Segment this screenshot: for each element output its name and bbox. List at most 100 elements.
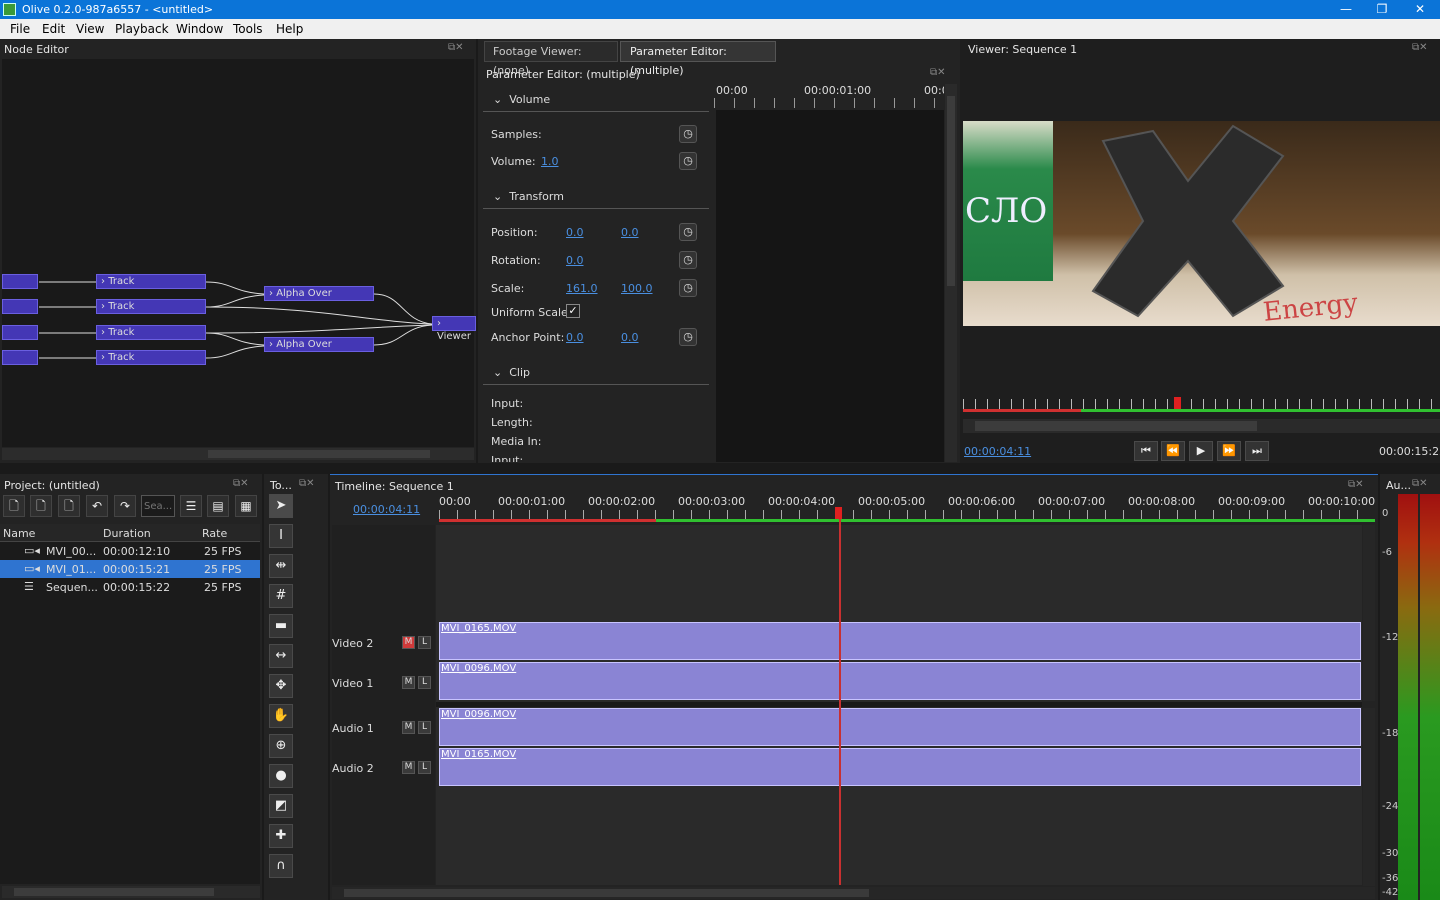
panel-float-close-icon[interactable]: ⧉✕ [448,42,464,53]
timeline-playhead[interactable] [839,519,841,885]
footage-node[interactable] [2,299,38,314]
timeline-playhead-handle[interactable] [835,507,842,519]
timeline-clip[interactable]: MVI_0165.MOV [439,622,1361,660]
menu-window[interactable]: Window [176,22,223,36]
column-duration[interactable]: Duration [103,527,151,540]
slide-tool-icon[interactable]: ✥ [269,674,293,698]
timeline-ruler[interactable]: 00:00 00:00:01:00 00:00:02:00 00:00:03:0… [439,492,1375,522]
rewind-icon[interactable]: ⏪ [1161,441,1185,461]
timeline-hscrollbar[interactable] [332,887,1375,899]
viewer-hscrollbar[interactable] [963,419,1440,433]
scale-y[interactable]: 100.0 [621,282,653,295]
zoom-tool-icon[interactable]: ⊕ [269,734,293,758]
keyframe-toggle-icon[interactable]: ◷ [679,328,697,346]
razor-tool-icon[interactable]: ▬ [269,614,293,638]
rolling-tool-icon[interactable]: # [269,584,293,608]
keyframe-toggle-icon[interactable]: ◷ [679,251,697,269]
tree-view-icon[interactable]: ☰ [180,495,202,517]
timeline-clip[interactable]: MVI_0096.MOV [439,662,1361,700]
ripple-tool-icon[interactable]: ⇹ [269,554,293,578]
lock-button[interactable]: L [418,761,431,774]
table-row[interactable]: ☰ Sequen... 00:00:15:22 25 FPS [0,578,260,596]
menu-view[interactable]: View [76,22,104,36]
undo-icon[interactable]: ↶ [86,495,108,517]
save-icon[interactable]: 🗋 [58,495,80,517]
footage-node[interactable] [2,274,38,289]
node-canvas[interactable]: › Track › Track › Track › Track › Alpha … [2,59,476,447]
video-frame[interactable]: СЛО Energy [963,121,1440,326]
panel-float-close-icon[interactable]: ⧉✕ [1412,478,1428,489]
panel-float-close-icon[interactable]: ⧉✕ [930,67,946,78]
viewer-ruler[interactable] [963,395,1440,413]
footage-node[interactable] [2,350,38,365]
position-x[interactable]: 0.0 [566,226,584,239]
rotation-value[interactable]: 0.0 [566,254,584,267]
snapping-icon[interactable]: ∩ [269,854,293,878]
panel-float-close-icon[interactable]: ⧉✕ [299,478,315,489]
alpha-over-node[interactable]: › Alpha Over [264,286,374,301]
keyframe-toggle-icon[interactable]: ◷ [679,125,697,143]
panel-float-close-icon[interactable]: ⧉✕ [1412,42,1428,53]
transition-tool-icon[interactable]: ◩ [269,794,293,818]
slip-tool-icon[interactable]: ↔ [269,644,293,668]
edit-tool-icon[interactable]: I [269,524,293,548]
volume-value[interactable]: 1.0 [541,155,559,168]
tab-parameter-editor[interactable]: Parameter Editor: (multiple) [620,41,776,77]
open-file-icon[interactable]: 🗋 [30,495,52,517]
keyframe-toggle-icon[interactable]: ◷ [679,152,697,170]
keyframe-area[interactable] [716,110,944,462]
maximize-button[interactable]: ❐ [1364,0,1400,19]
menu-playback[interactable]: Playback [115,22,169,36]
fast-forward-icon[interactable]: ⏩ [1217,441,1241,461]
hand-tool-icon[interactable]: ✋ [269,704,293,728]
tab-footage-viewer[interactable]: Footage Viewer: (none) [484,41,618,77]
minimize-button[interactable]: — [1328,0,1364,19]
viewer-current-time[interactable]: 00:00:04:11 [964,445,1031,458]
track-node[interactable]: › Track [96,325,206,340]
timeline-current-time[interactable]: 00:00:04:11 [353,503,420,516]
track-node[interactable]: › Track [96,274,206,289]
anchor-x[interactable]: 0.0 [566,331,584,344]
menu-tools[interactable]: Tools [233,22,263,36]
play-icon[interactable]: ▶ [1189,441,1213,461]
keyframe-toggle-icon[interactable]: ◷ [679,223,697,241]
keyframe-ruler[interactable]: 00:00 00:00:01:00 00:0 [714,80,944,110]
pointer-tool-icon[interactable]: ➤ [269,494,293,518]
footage-node[interactable] [2,325,38,340]
redo-icon[interactable]: ↷ [114,495,136,517]
panel-float-close-icon[interactable]: ⧉✕ [1348,479,1364,490]
viewer-node[interactable]: › Viewer [432,316,476,342]
position-y[interactable]: 0.0 [621,226,639,239]
keyframe-toggle-icon[interactable]: ◷ [679,279,697,297]
mute-button[interactable]: M [402,761,415,774]
section-transform[interactable]: ⌄ Transform [483,185,709,209]
mute-button[interactable]: M [402,721,415,734]
mute-button[interactable]: M [402,636,415,649]
project-search-input[interactable] [141,495,175,517]
go-to-start-icon[interactable]: ⏮ [1134,441,1158,461]
section-volume[interactable]: ⌄ Volume [483,88,709,112]
lock-button[interactable]: L [418,636,431,649]
scale-x[interactable]: 161.0 [566,282,598,295]
section-clip[interactable]: ⌄ Clip [483,361,709,385]
video-vscrollbar[interactable] [1363,525,1375,701]
uniform-scale-checkbox[interactable]: ✓ [566,304,580,318]
timeline-clip[interactable]: MVI_0165.MOV [439,748,1361,786]
column-rate[interactable]: Rate [202,527,227,540]
lock-button[interactable]: L [418,721,431,734]
node-hscrollbar[interactable] [2,448,474,460]
menu-edit[interactable]: Edit [42,22,65,36]
track-node[interactable]: › Track [96,350,206,365]
record-tool-icon[interactable]: ● [269,764,293,788]
track-node[interactable]: › Track [96,299,206,314]
project-hscrollbar[interactable] [2,886,260,898]
keyframe-vscrollbar[interactable] [945,84,957,462]
table-row[interactable]: ▭◂ MVI_00... 00:00:12:10 25 FPS [0,542,260,560]
viewer-playhead[interactable] [1174,397,1181,409]
mute-button[interactable]: M [402,676,415,689]
anchor-y[interactable]: 0.0 [621,331,639,344]
audio-vscrollbar[interactable] [1363,708,1375,886]
lock-button[interactable]: L [418,676,431,689]
add-tool-icon[interactable]: ✚ [269,824,293,848]
track-divider[interactable] [436,702,1362,707]
